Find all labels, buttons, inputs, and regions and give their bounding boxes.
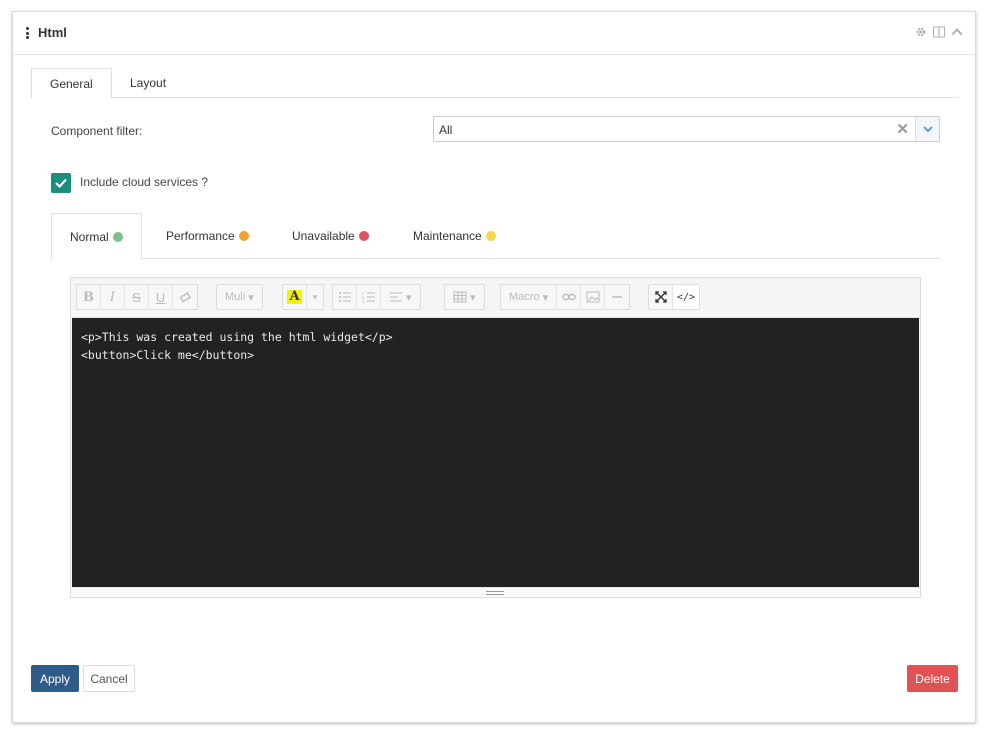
font-group: Muli ▾ bbox=[216, 284, 263, 310]
chevron-up-icon[interactable] bbox=[951, 26, 963, 38]
code-line: <button>Click me</button> bbox=[81, 348, 255, 362]
gear-icon[interactable] bbox=[915, 26, 927, 38]
drag-handle-icon[interactable] bbox=[26, 27, 30, 39]
dropdown-toggle[interactable] bbox=[915, 117, 939, 141]
font-family-label: Muli bbox=[225, 291, 246, 303]
tab-unavailable-label: Unavailable bbox=[292, 229, 355, 243]
panel-title: Html bbox=[38, 25, 67, 40]
tab-maintenance-label: Maintenance bbox=[413, 229, 482, 243]
macro-label: Macro bbox=[509, 291, 540, 303]
code-line: <p>This was created using the html widge… bbox=[81, 330, 393, 344]
bullet-list-icon[interactable] bbox=[333, 285, 357, 309]
tab-performance-label: Performance bbox=[166, 229, 235, 243]
underline-icon[interactable]: U bbox=[149, 285, 173, 309]
status-dot-normal bbox=[112, 232, 123, 242]
insert-group: Macro ▾ bbox=[500, 284, 631, 310]
image-icon[interactable] bbox=[581, 285, 606, 309]
view-group: </> bbox=[648, 284, 700, 310]
text-style-group: B I S U bbox=[76, 284, 198, 310]
table-group: ▾ bbox=[444, 284, 485, 310]
editor-resize-bar[interactable] bbox=[71, 587, 920, 597]
list-group: 123 ▾ bbox=[332, 284, 421, 310]
highlight-icon[interactable]: A bbox=[283, 285, 307, 309]
bold-icon[interactable]: B bbox=[77, 285, 101, 309]
tab-normal[interactable]: Normal bbox=[51, 213, 142, 260]
link-icon[interactable] bbox=[557, 285, 582, 309]
clear-icon[interactable]: ✕ bbox=[896, 120, 909, 138]
component-filter-label: Component filter: bbox=[51, 124, 143, 138]
cancel-button[interactable]: Cancel bbox=[83, 665, 135, 692]
status-dot-maintenance bbox=[485, 231, 496, 241]
numbered-list-icon[interactable]: 123 bbox=[357, 285, 381, 309]
status-dot-unavailable bbox=[358, 231, 369, 241]
tab-performance[interactable]: Performance bbox=[166, 213, 249, 259]
highlight-letter: A bbox=[287, 289, 302, 304]
color-group: A ▾ bbox=[282, 284, 324, 310]
strikethrough-icon[interactable]: S bbox=[125, 285, 149, 309]
align-dropdown-icon[interactable]: ▾ bbox=[381, 285, 420, 309]
code-editor[interactable]: <p>This was created using the html widge… bbox=[72, 318, 919, 588]
code-view-button[interactable]: </> bbox=[673, 285, 699, 309]
eraser-icon[interactable] bbox=[173, 285, 197, 309]
tab-general[interactable]: General bbox=[31, 68, 112, 99]
delete-button[interactable]: Delete bbox=[907, 665, 958, 692]
font-family-dropdown[interactable]: Muli ▾ bbox=[217, 285, 262, 309]
tab-layout[interactable]: Layout bbox=[112, 68, 184, 98]
macro-dropdown[interactable]: Macro ▾ bbox=[501, 285, 558, 309]
tab-normal-label: Normal bbox=[70, 230, 109, 244]
tab-unavailable[interactable]: Unavailable bbox=[292, 213, 369, 259]
cloud-services-label: Include cloud services ? bbox=[80, 175, 209, 189]
chevron-down-icon bbox=[923, 126, 933, 133]
tab-maintenance[interactable]: Maintenance bbox=[413, 213, 496, 259]
panel-header: Html bbox=[13, 12, 975, 55]
apply-button[interactable]: Apply bbox=[31, 665, 79, 692]
editor-toolbar: B I S U Muli ▾ A ▾ 1 2 3 ▾ ▾ Macro ▾ </> bbox=[71, 278, 920, 318]
italic-icon[interactable]: I bbox=[101, 285, 125, 309]
widget-panel: Html General Layout Component filter: Al… bbox=[12, 11, 976, 723]
horizontal-rule-icon[interactable] bbox=[605, 285, 629, 309]
svg-text:3: 3 bbox=[362, 299, 365, 303]
status-tabs: Normal Performance Unavailable Maintenan… bbox=[51, 213, 940, 260]
split-view-icon[interactable] bbox=[933, 26, 945, 38]
html-editor: B I S U Muli ▾ A ▾ 1 2 3 ▾ ▾ Macro ▾ </>… bbox=[70, 277, 921, 598]
status-dot-performance bbox=[238, 231, 249, 241]
cloud-services-checkbox[interactable] bbox=[51, 173, 71, 193]
check-icon bbox=[55, 178, 67, 189]
settings-tabs: General Layout bbox=[31, 68, 958, 99]
component-filter-select[interactable]: All ✕ bbox=[433, 116, 940, 142]
resize-grip-icon bbox=[486, 591, 504, 595]
header-actions bbox=[915, 26, 963, 38]
table-dropdown-icon[interactable]: ▾ bbox=[445, 285, 484, 309]
color-dropdown-icon[interactable]: ▾ bbox=[307, 285, 323, 309]
component-filter-value: All bbox=[439, 123, 453, 137]
fullscreen-icon[interactable] bbox=[649, 285, 673, 309]
